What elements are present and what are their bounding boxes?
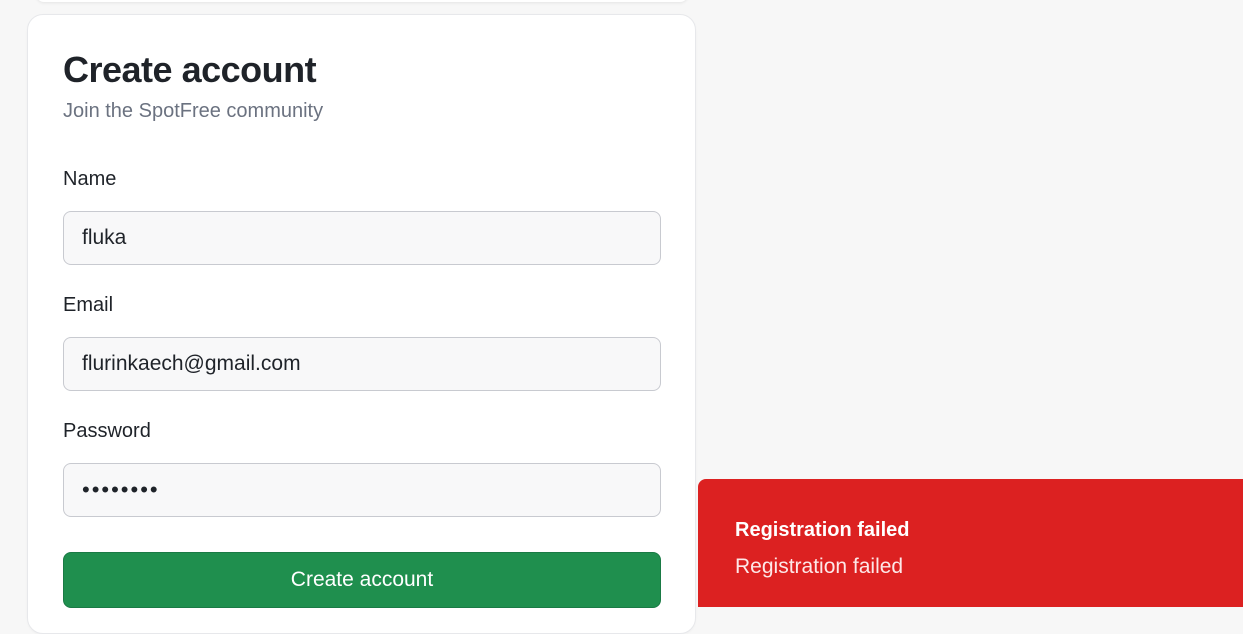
password-input[interactable] bbox=[63, 463, 661, 517]
create-account-button[interactable]: Create account bbox=[63, 552, 661, 608]
error-toast: Registration failed Registration failed bbox=[698, 479, 1243, 607]
page-subtitle: Join the SpotFree community bbox=[63, 100, 324, 122]
previous-card-edge bbox=[36, 0, 688, 2]
signup-card: Create account Join the SpotFree communi… bbox=[27, 14, 696, 634]
name-input[interactable] bbox=[63, 211, 661, 265]
page-title: Create account bbox=[63, 49, 317, 90]
password-label: Password bbox=[63, 420, 151, 442]
toast-title: Registration failed bbox=[735, 519, 910, 541]
email-input[interactable] bbox=[63, 337, 661, 391]
toast-description: Registration failed bbox=[735, 555, 904, 578]
name-label: Name bbox=[63, 168, 117, 190]
email-label: Email bbox=[63, 294, 114, 316]
